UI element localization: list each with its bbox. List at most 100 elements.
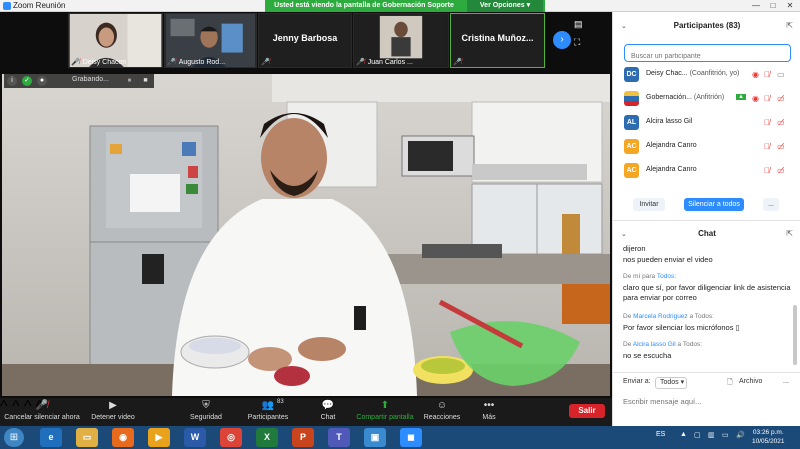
video-thumbnail-active[interactable]: Cristina Muñoz... 🎤̸ <box>450 13 545 68</box>
chat-message-input[interactable] <box>623 394 793 408</box>
chat-bubble-icon: 💬 <box>321 400 335 411</box>
video-off-icon[interactable]: ▭̸ <box>777 94 785 103</box>
tray-up-arrow-icon[interactable]: ▲ <box>680 431 687 438</box>
network-icon[interactable]: ▥ <box>708 431 715 439</box>
file-button[interactable]: Archivo <box>739 378 762 385</box>
window-title: Zoom Reunión <box>13 1 66 10</box>
more-button[interactable]: ••• Más <box>478 398 500 426</box>
video-off-icon[interactable]: ▭̸ <box>777 118 785 127</box>
send-to-select[interactable]: Todos ▾ <box>655 377 687 389</box>
send-to-label: Enviar a: <box>623 378 651 385</box>
participant-search[interactable] <box>624 44 791 65</box>
meeting-toolbar: 🎤̸ Cancelar silenciar ahora ^ ▶ Detener … <box>0 398 612 426</box>
shared-screen-video <box>2 74 610 396</box>
share-screen-icon: ⬆ <box>380 400 390 411</box>
windows-start-button[interactable]: ⊞ <box>4 428 24 447</box>
file-explorer-icon[interactable]: ▭ <box>76 428 98 447</box>
shield-icon: ⛨ <box>202 400 210 411</box>
avatar: DC <box>624 67 639 82</box>
participants-button[interactable]: 👥 Participantes <box>244 398 292 426</box>
media-player-icon[interactable]: ▶ <box>148 428 170 447</box>
leave-meeting-button[interactable]: Salir <box>569 404 605 418</box>
panel-divider <box>613 220 800 221</box>
recording-dot-icon: ◉ <box>752 94 759 103</box>
participants-more-button[interactable]: ... <box>763 198 779 211</box>
internet-explorer-icon[interactable]: e <box>40 428 62 447</box>
popout-icon[interactable]: ⇱ <box>786 229 793 238</box>
powerpoint-icon[interactable]: P <box>292 428 314 447</box>
video-off-icon[interactable]: ▭̸ <box>777 166 785 175</box>
participant-row[interactable]: DC Deisy Chac... (Coanfitrión, yo) ◉ 🎙̸ … <box>613 65 800 85</box>
muted-mic-icon: 🎤̸ <box>167 59 176 66</box>
pause-recording-button[interactable]: ⏸ <box>125 76 134 85</box>
gallery-view-icon[interactable]: ▤ <box>574 19 586 29</box>
battery-icon[interactable]: ▭ <box>722 431 729 439</box>
chat-message: claro que sí, por favor diligenciar link… <box>623 283 791 302</box>
firefox-icon[interactable]: ◉ <box>112 428 134 447</box>
muted-mic-icon: 🎤̸ <box>356 59 365 66</box>
minimize-button[interactable]: — <box>748 0 764 12</box>
participant-search-input[interactable] <box>625 48 790 65</box>
popout-icon[interactable]: ⇱ <box>786 21 793 30</box>
shield-icon[interactable]: ✓ <box>22 76 32 86</box>
recording-bar: i ✓ ● Grabando... ⏸ ■ <box>4 74 154 88</box>
video-camera-icon[interactable]: ▭ <box>777 70 785 79</box>
video-thumbnail[interactable]: 🎤̸ Juan Carlos ... <box>353 13 449 68</box>
mic-muted-icon[interactable]: 🎙̸ <box>764 94 770 103</box>
chat-message: nos pueden enviar el video <box>623 255 713 264</box>
avatar: AC <box>624 139 639 154</box>
participant-row[interactable]: Gobernación... (Anfitrión) ▲ ◉ 🎙̸ ▭̸ <box>613 89 800 109</box>
stop-video-button[interactable]: ▶ Detener video <box>86 398 140 426</box>
teams-icon[interactable]: T <box>328 428 350 447</box>
info-icon[interactable]: i <box>7 76 17 86</box>
video-thumbnail[interactable]: 🎤̸ Augusto Rod... <box>164 13 257 68</box>
view-options-button[interactable]: Ver Opciones ▾ <box>467 0 543 12</box>
ellipsis-icon: ••• <box>483 400 495 411</box>
video-thumbnail[interactable]: Jenny Barbosa 🎤̸ <box>258 13 352 68</box>
mic-muted-icon[interactable]: 🎙̸ <box>764 142 770 151</box>
chat-button[interactable]: 💬 Chat <box>314 398 342 426</box>
next-page-arrow-icon[interactable]: › <box>553 31 571 49</box>
volume-icon[interactable]: 🔊 <box>736 431 745 439</box>
avatar <box>624 91 639 106</box>
video-off-icon[interactable]: ▭̸ <box>777 142 785 151</box>
close-window-button[interactable]: ✕ <box>782 0 798 12</box>
chat-input-box[interactable] <box>623 394 793 408</box>
language-indicator[interactable]: ES <box>656 431 665 438</box>
unmute-button[interactable]: 🎤̸ Cancelar silenciar ahora <box>4 398 80 426</box>
tray-app-icon[interactable]: ▢ <box>694 431 701 439</box>
taskbar-clock[interactable]: 03:26 p.m. 10/05/2021 <box>752 428 785 446</box>
security-button[interactable]: ⛨ Seguridad <box>184 398 228 426</box>
thumbnail-label: 🎤̸ <box>261 58 273 66</box>
invite-button[interactable]: Invitar <box>633 198 665 211</box>
participant-name: Deisy Chac... (Coanfitrión, yo) <box>646 70 740 77</box>
chat-scrollbar[interactable] <box>793 305 797 365</box>
participants-title: Participantes (83) <box>673 21 741 30</box>
send-to-row: Enviar a: Todos ▾ 🗋 Archivo ... <box>623 377 793 390</box>
participant-name: Alcira lasso Gil <box>646 118 693 125</box>
reactions-button[interactable]: ☺ Reacciones <box>422 398 462 426</box>
share-screen-button[interactable]: ⬆ Compartir pantalla <box>352 398 418 426</box>
mic-muted-icon[interactable]: 🎙̸ <box>764 166 770 175</box>
participant-row[interactable]: AL Alcira lasso Gil 🎙̸ ▭̸ <box>613 113 800 133</box>
mic-muted-icon[interactable]: 🎙̸ <box>764 70 770 79</box>
mic-muted-icon[interactable]: 🎙̸ <box>764 118 770 127</box>
fullscreen-icon[interactable]: ⛶ <box>574 37 586 47</box>
excel-icon[interactable]: X <box>256 428 278 447</box>
chat-more-button[interactable]: ... <box>783 378 789 385</box>
stop-recording-button[interactable]: ■ <box>141 76 150 85</box>
participant-row[interactable]: AC Alejandra Canro 🎙̸ ▭̸ <box>613 137 800 157</box>
zoom-taskbar-icon[interactable]: ◼ <box>400 428 422 447</box>
mute-all-button[interactable]: Silenciar a todos <box>684 198 744 211</box>
chat-message: no se escucha <box>623 351 672 360</box>
chat-input-divider <box>613 372 800 373</box>
word-icon[interactable]: W <box>184 428 206 447</box>
photos-icon[interactable]: ▣ <box>364 428 386 447</box>
thumbnail-label: 🎤̸ <box>453 58 465 66</box>
participant-row[interactable]: AC Alejandra Canro 🎙̸ ▭̸ <box>613 161 800 181</box>
chrome-icon[interactable]: ◎ <box>220 428 242 447</box>
video-thumbnail[interactable]: 🎤̸ Deisy Chacon <box>68 13 163 68</box>
participants-count: 83 <box>277 399 284 405</box>
file-icon[interactable]: 🗋 <box>727 378 733 389</box>
maximize-button[interactable]: □ <box>765 0 781 12</box>
